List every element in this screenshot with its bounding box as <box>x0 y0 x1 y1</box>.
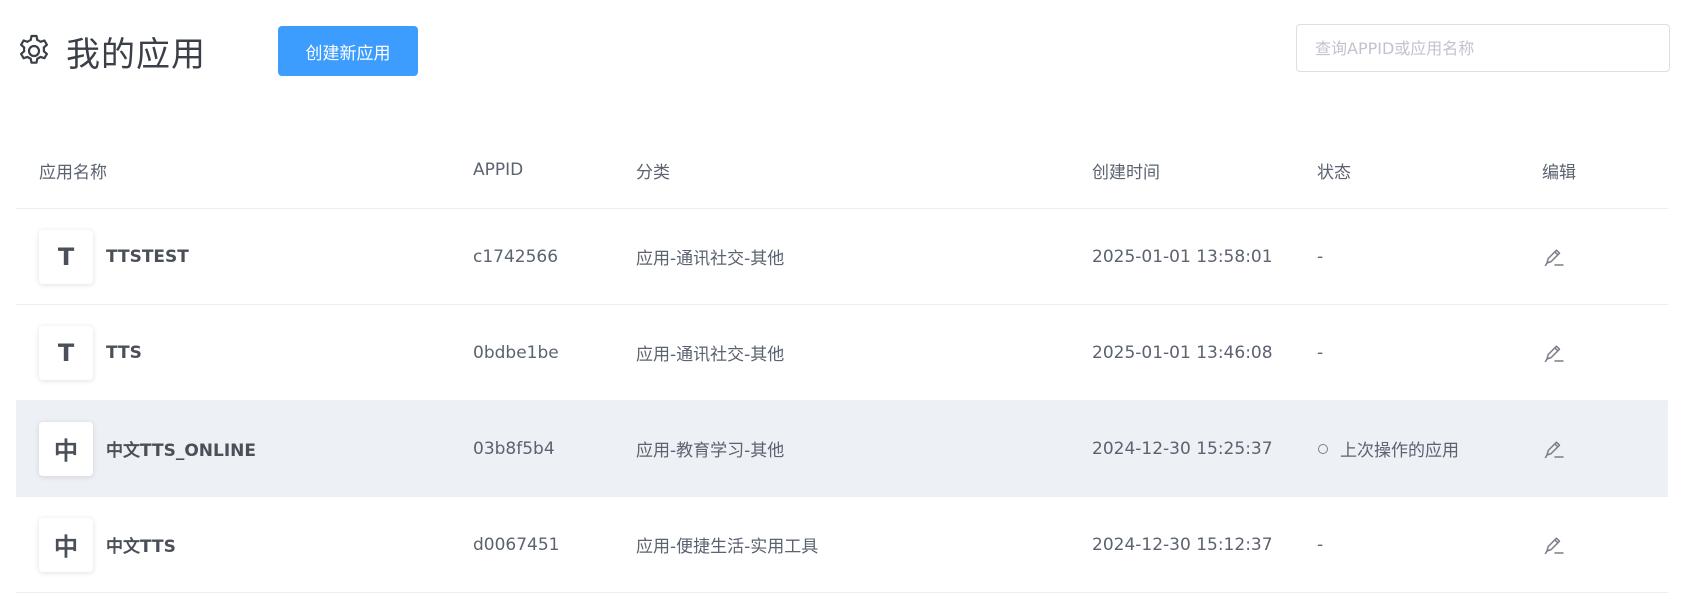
appid-cell: c1742566 <box>473 246 559 267</box>
status-text: 上次操作的应用 <box>1340 441 1459 461</box>
app-name[interactable]: TTS <box>106 343 142 363</box>
app-table: 应用名称 APPID 分类 创建时间 状态 编辑 T TTSTEST c1742… <box>16 132 1668 593</box>
status-cell: - <box>1317 247 1542 267</box>
category-cell: 应用-教育学习-其他 <box>636 441 785 461</box>
app-name-cell: T TTSTEST <box>16 229 473 284</box>
edit-cell <box>1542 437 1668 461</box>
app-list-page: 我的应用 创建新应用 应用名称 APPID 分类 创建时间 状态 编辑 T TT… <box>0 0 1686 605</box>
column-header-appid: APPID <box>473 160 524 180</box>
appid-cell: d0067451 <box>473 534 560 555</box>
circle-icon <box>1318 443 1328 454</box>
status-cell: - <box>1317 343 1542 363</box>
avatar: 中 <box>39 517 93 572</box>
app-name[interactable]: TTSTEST <box>106 247 189 267</box>
avatar: 中 <box>39 421 93 476</box>
column-header-edit: 编辑 <box>1542 162 1576 183</box>
appid-cell: 0bdbe1be <box>473 342 559 363</box>
pencil-icon[interactable] <box>1542 533 1566 557</box>
search-input[interactable] <box>1296 24 1670 72</box>
status-text: - <box>1317 534 1324 555</box>
column-header-created: 创建时间 <box>1092 162 1160 183</box>
edit-cell <box>1542 245 1668 269</box>
category-cell: 应用-通讯社交-其他 <box>636 249 785 269</box>
created-time-cell: 2024-12-30 15:12:37 <box>1092 534 1273 555</box>
column-header-status: 状态 <box>1317 162 1351 183</box>
category-cell: 应用-便捷生活-实用工具 <box>636 537 819 557</box>
table-row[interactable]: 中 中文TTS d0067451 应用-便捷生活-实用工具 2024-12-30… <box>16 497 1668 593</box>
status-cell: - <box>1317 535 1542 555</box>
column-header-category: 分类 <box>636 162 670 183</box>
app-name-cell: T TTS <box>16 325 473 380</box>
status-cell: 上次操作的应用 <box>1317 436 1542 461</box>
table-row[interactable]: T TTSTEST c1742566 应用-通讯社交-其他 2025-01-01… <box>16 209 1668 305</box>
app-name[interactable]: 中文TTS_ONLINE <box>106 436 256 461</box>
created-time-cell: 2025-01-01 13:46:08 <box>1092 342 1273 363</box>
table-row[interactable]: 中 中文TTS_ONLINE 03b8f5b4 应用-教育学习-其他 2024-… <box>16 401 1668 497</box>
pencil-icon[interactable] <box>1542 245 1566 269</box>
column-header-name: 应用名称 <box>39 162 107 183</box>
pencil-icon[interactable] <box>1542 437 1566 461</box>
create-app-button[interactable]: 创建新应用 <box>278 26 418 76</box>
created-time-cell: 2024-12-30 15:25:37 <box>1092 438 1273 459</box>
pencil-icon[interactable] <box>1542 341 1566 365</box>
appid-cell: 03b8f5b4 <box>473 438 555 459</box>
table-row[interactable]: T TTS 0bdbe1be 应用-通讯社交-其他 2025-01-01 13:… <box>16 305 1668 401</box>
edit-cell <box>1542 533 1668 557</box>
category-cell: 应用-通讯社交-其他 <box>636 345 785 365</box>
edit-cell <box>1542 341 1668 365</box>
gear-icon <box>16 33 52 69</box>
app-name-cell: 中 中文TTS_ONLINE <box>16 421 473 476</box>
avatar: T <box>39 325 93 380</box>
created-time-cell: 2025-01-01 13:58:01 <box>1092 246 1273 267</box>
page-header: 我的应用 创建新应用 <box>16 24 1670 78</box>
status-text: - <box>1317 342 1324 363</box>
status-text: - <box>1317 246 1324 267</box>
title-group: 我的应用 <box>16 27 206 76</box>
table-header: 应用名称 APPID 分类 创建时间 状态 编辑 <box>16 132 1668 209</box>
avatar: T <box>39 229 93 284</box>
page-title: 我的应用 <box>66 34 206 75</box>
app-name[interactable]: 中文TTS <box>106 532 176 557</box>
app-name-cell: 中 中文TTS <box>16 517 473 572</box>
